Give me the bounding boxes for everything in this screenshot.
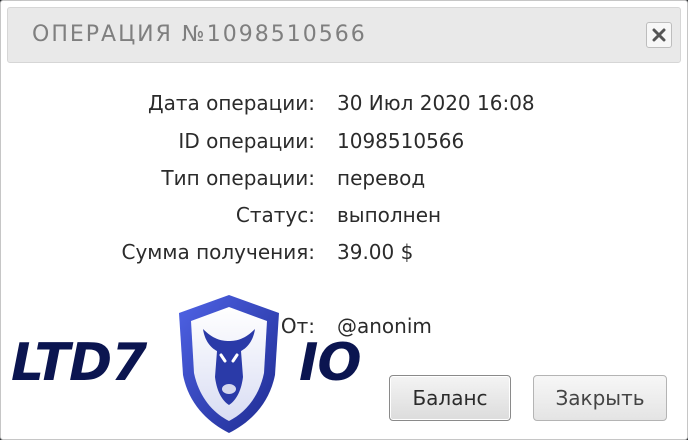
detail-row-date: Дата операции: 30 Июл 2020 16:08	[1, 89, 687, 119]
detail-label: Тип операции:	[161, 166, 315, 190]
detail-value: выполнен	[337, 203, 442, 227]
close-icon[interactable]	[646, 22, 672, 48]
watermark-left-text: LTD7	[11, 333, 147, 393]
balance-button[interactable]: Баланс	[389, 375, 511, 421]
detail-row-type: Тип операции: перевод	[1, 164, 687, 194]
detail-row-id: ID операции: 1098510566	[1, 127, 687, 157]
close-x-icon	[652, 28, 666, 42]
detail-row-status: Статус: выполнен	[1, 201, 687, 231]
from-label: От:	[280, 314, 315, 338]
dialog-titlebar: ОПЕРАЦИЯ №1098510566	[7, 7, 681, 63]
detail-row-amount: Сумма получения: 39.00 $	[1, 238, 687, 268]
detail-label: Сумма получения:	[121, 240, 316, 264]
watermark-right-text: IO	[299, 333, 362, 393]
detail-label: Дата операции:	[147, 91, 315, 115]
operation-dialog: ОПЕРАЦИЯ №1098510566 Дата операции: 30 И…	[0, 0, 688, 440]
close-button[interactable]: Закрыть	[533, 375, 667, 421]
detail-value: 39.00 $	[337, 240, 414, 264]
dialog-title: ОПЕРАЦИЯ №1098510566	[32, 22, 367, 47]
detail-value: перевод	[337, 166, 426, 190]
from-value: @anonim	[337, 314, 432, 338]
detail-row-from: От: @anonim	[1, 312, 687, 342]
detail-value: 1098510566	[337, 129, 465, 153]
detail-value: 30 Июл 2020 16:08	[337, 91, 535, 115]
detail-label: ID операции:	[178, 129, 315, 153]
detail-label: Статус:	[235, 203, 315, 227]
